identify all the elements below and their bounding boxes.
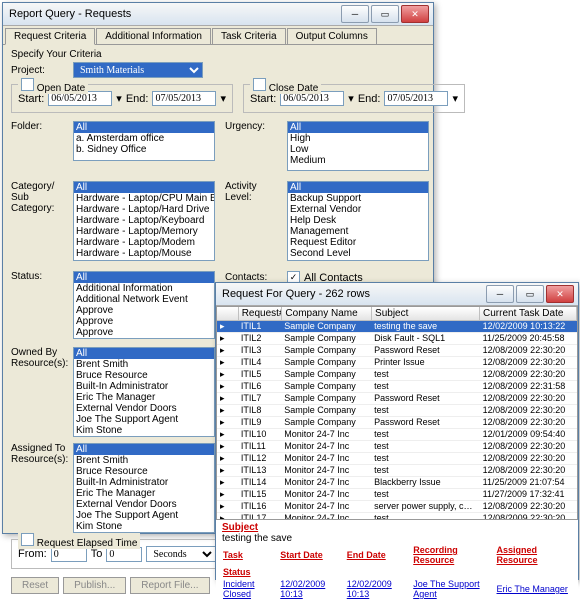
elapsed-checkbox[interactable]: [21, 533, 34, 546]
assigned-label: Assigned To Resource(s):: [11, 443, 69, 465]
subject-value: testing the save: [222, 533, 572, 544]
assigned-listbox[interactable]: All Brent SmithBruce Resource Built-In A…: [73, 443, 215, 533]
project-select[interactable]: Smith Materials: [73, 62, 203, 78]
minimize-button[interactable]: ─: [341, 5, 369, 23]
close-date-checkbox[interactable]: [253, 78, 266, 91]
tabstrip: Request Criteria Additional Information …: [3, 26, 433, 44]
tab-additional-info[interactable]: Additional Information: [96, 28, 211, 44]
subject-heading: Subject: [222, 522, 572, 533]
task-link[interactable]: Incident Closed: [223, 579, 255, 599]
date-picker-icon[interactable]: ▾: [220, 92, 226, 105]
table-row[interactable]: ▸ITIL5Sample Companytest12/08/2009 22:30…: [217, 369, 577, 381]
tab-request-criteria[interactable]: Request Criteria: [5, 28, 95, 45]
category-label: Category/ Sub Category:: [11, 181, 69, 214]
open-end-input[interactable]: [152, 91, 216, 106]
urgency-label: Urgency:: [225, 121, 283, 132]
table-row[interactable]: ▸ITIL13Monitor 24-7 Inctest12/08/2009 22…: [217, 465, 577, 477]
table-row[interactable]: ▸ITIL17Monitor 24-7 Inctest12/08/2009 22…: [217, 513, 577, 520]
category-listbox[interactable]: All Hardware - Laptop/CPU Main BoardHard…: [73, 181, 215, 261]
results-grid[interactable]: Request# Company Name Subject Current Ta…: [216, 306, 578, 520]
tab-task-criteria[interactable]: Task Criteria: [212, 28, 286, 44]
close-button[interactable]: ✕: [401, 5, 429, 23]
table-row[interactable]: ▸ITIL11Monitor 24-7 Inctest12/08/2009 22…: [217, 441, 577, 453]
table-row[interactable]: ▸ITIL2Sample CompanyDisk Fault - SQL111/…: [217, 333, 577, 345]
maximize-button[interactable]: ▭: [371, 5, 399, 23]
minimize-button[interactable]: ─: [486, 285, 514, 303]
close-button[interactable]: ✕: [546, 285, 574, 303]
owned-listbox[interactable]: All Brent SmithBruce Resource Built-In A…: [73, 347, 215, 437]
table-row[interactable]: ▸ITIL7Sample CompanyPassword Reset12/08/…: [217, 393, 577, 405]
tab-output-columns[interactable]: Output Columns: [287, 28, 377, 44]
table-row[interactable]: ▸ITIL15Monitor 24-7 Inctest11/27/2009 17…: [217, 489, 577, 501]
detail-pane: Subject testing the save TaskStart Date …: [216, 520, 578, 602]
close-end-input[interactable]: [384, 91, 448, 106]
table-row[interactable]: ▸ITIL16Monitor 24-7 Incserver power supp…: [217, 501, 577, 513]
owned-label: Owned By Resource(s):: [11, 347, 69, 369]
folder-label: Folder:: [11, 121, 69, 132]
table-row[interactable]: ▸ITIL1Sample Companytesting the save12/0…: [217, 321, 577, 333]
date-picker-icon[interactable]: ▾: [452, 92, 458, 105]
date-picker-icon[interactable]: ▾: [116, 92, 122, 105]
detail-row: Incident Closed 12/02/2009 10:13 12/02/2…: [222, 578, 572, 600]
table-row[interactable]: ▸ITIL8Sample Companytest12/08/2009 22:30…: [217, 405, 577, 417]
urgency-listbox[interactable]: All High Low Medium: [287, 121, 429, 171]
window-title: Report Query - Requests: [7, 8, 341, 20]
maximize-button[interactable]: ▭: [516, 285, 544, 303]
table-row[interactable]: ▸ITIL12Monitor 24-7 Inctest12/08/2009 22…: [217, 453, 577, 465]
table-row[interactable]: ▸ITIL9Sample CompanyPassword Reset12/08/…: [217, 417, 577, 429]
project-label: Project:: [11, 65, 69, 76]
table-row[interactable]: ▸ITIL14Monitor 24-7 IncBlackberry Issue1…: [217, 477, 577, 489]
status-label: Status:: [11, 271, 69, 282]
table-row[interactable]: ▸ITIL3Sample CompanyPassword Reset12/08/…: [217, 345, 577, 357]
table-row[interactable]: ▸ITIL10Monitor 24-7 Inctest12/01/2009 09…: [217, 429, 577, 441]
table-row[interactable]: ▸ITIL6Sample Companytest12/08/2009 22:31…: [217, 381, 577, 393]
open-date-checkbox[interactable]: [21, 78, 34, 91]
grid-header: Request# Company Name Subject Current Ta…: [217, 307, 577, 321]
folder-listbox[interactable]: All a. Amsterdam office b. Sidney Office: [73, 121, 215, 161]
table-row[interactable]: ▸ITIL4Sample CompanyPrinter Issue12/08/2…: [217, 357, 577, 369]
results-window-title: Request For Query - 262 rows: [220, 288, 486, 300]
specify-label: Specify Your Criteria: [11, 49, 425, 60]
date-picker-icon[interactable]: ▾: [348, 92, 354, 105]
elapsed-unit-select[interactable]: Seconds: [146, 546, 216, 562]
status-listbox[interactable]: All Additional InformationAdditional Net…: [73, 271, 215, 339]
activity-label: Activity Level:: [225, 181, 283, 203]
activity-listbox[interactable]: All Backup SupportExternal Vendor Help D…: [287, 181, 429, 261]
